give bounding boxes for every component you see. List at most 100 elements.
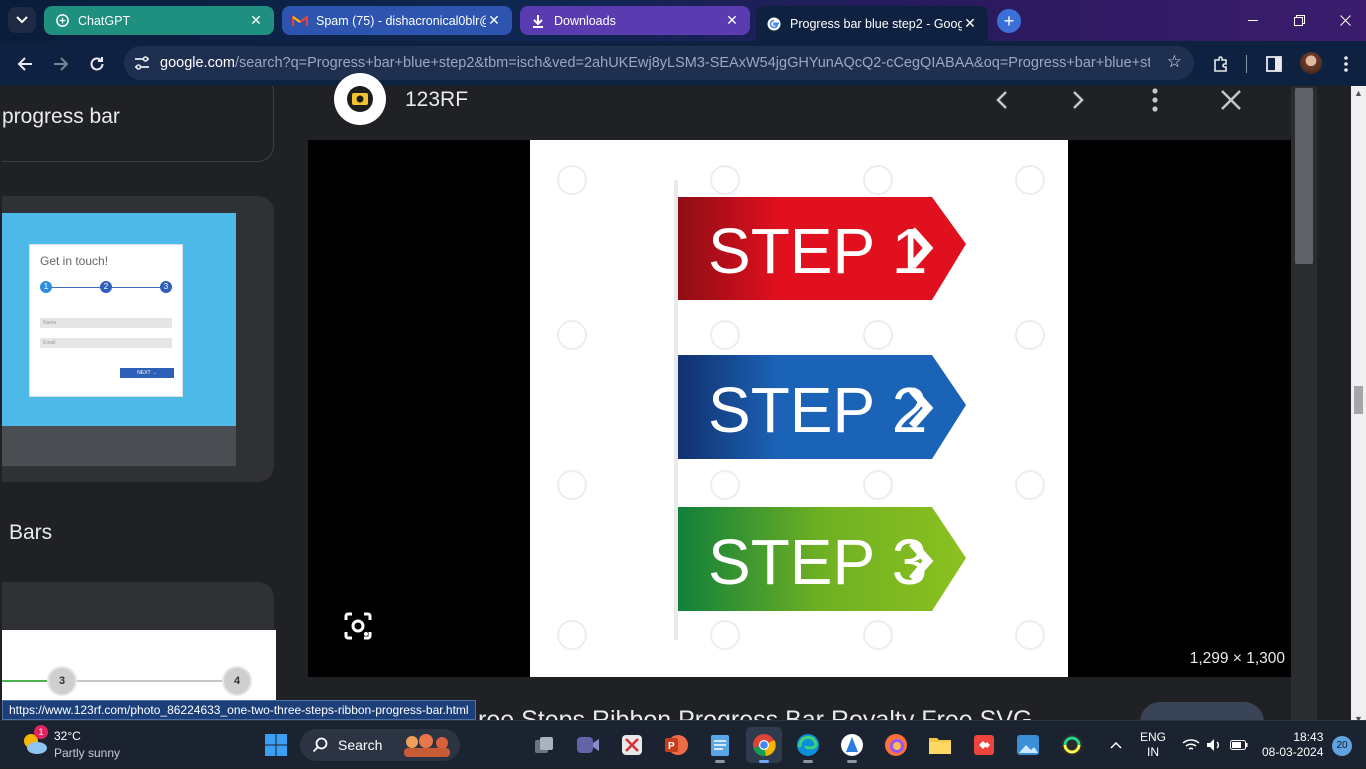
tab-strip: ChatGPT ✕ Spam (75) - dishacronical0blr@… <box>0 0 1366 41</box>
close-icon <box>1221 90 1241 110</box>
preview-image[interactable]: STEP 1 STEP 2 STEP 3 <box>530 140 1068 677</box>
app-icon <box>841 734 863 756</box>
battery-icon <box>1230 740 1248 750</box>
notification-badge[interactable]: 20 <box>1332 736 1352 756</box>
temperature: 32°C <box>54 729 81 743</box>
taskbar-photos[interactable] <box>1010 727 1046 763</box>
taskbar-pycharm[interactable] <box>1054 727 1090 763</box>
chatgpt-icon <box>54 13 70 29</box>
step-1-label: STEP 1 <box>708 215 927 287</box>
previous-image-button[interactable] <box>984 86 1020 114</box>
menu-button[interactable] <box>1332 50 1360 78</box>
start-button[interactable] <box>258 727 294 763</box>
taskbar-notepad[interactable] <box>702 727 738 763</box>
source-name[interactable]: 123RF <box>405 88 468 112</box>
tab-downloads[interactable]: Downloads ✕ <box>520 6 750 35</box>
thumbnail-background: Get in touch! 1 2 3 Name Email NEXT → <box>2 213 236 426</box>
next-image-button[interactable] <box>1060 86 1096 114</box>
weather-widget[interactable]: 1 32°C Partly sunny <box>20 725 120 760</box>
tab-gmail[interactable]: Spam (75) - dishacronical0blr@ ✕ <box>282 6 512 35</box>
search-icon <box>312 737 328 753</box>
close-tab-icon[interactable]: ✕ <box>486 12 502 29</box>
page-scrollbar[interactable]: ▲ ▼ <box>1351 86 1366 726</box>
side-panel-button[interactable] <box>1260 50 1288 78</box>
show-hidden-icons-button[interactable] <box>1110 721 1122 769</box>
tab-chatgpt[interactable]: ChatGPT ✕ <box>44 6 274 35</box>
steps-ribbon-image: STEP 1 STEP 2 STEP 3 <box>557 165 1045 650</box>
taskbar-search[interactable]: Search <box>300 729 460 761</box>
close-viewer-button[interactable] <box>1213 86 1249 114</box>
close-tab-icon[interactable]: ✕ <box>724 12 740 29</box>
close-tab-icon[interactable]: ✕ <box>962 15 978 32</box>
result-card[interactable]: Get in touch! 1 2 3 Name Email NEXT → <box>2 196 274 482</box>
chevron-left-icon <box>996 91 1007 109</box>
thumbnail-field: Name <box>40 318 172 328</box>
close-window-button[interactable] <box>1322 0 1366 41</box>
viewer-header: 123RF <box>308 73 1291 140</box>
tab-title: Spam (75) - dishacronical0blr@ <box>316 13 486 28</box>
thumbnail-heading: Get in touch! <box>40 254 109 268</box>
quick-settings[interactable] <box>1182 721 1248 769</box>
reload-button[interactable] <box>83 50 111 78</box>
taskbar-teams[interactable] <box>570 727 606 763</box>
thumbnail-step: 3 <box>47 666 77 696</box>
taskbar-chrome[interactable] <box>746 727 782 763</box>
task-view-button[interactable] <box>526 727 562 763</box>
url-path: /search?q=Progress+bar+blue+step2&tbm=is… <box>234 55 1150 71</box>
image-viewer-panel: 123RF STEP 1 STEP 2 STEP 3 1,299 × 1,300 <box>308 73 1291 742</box>
more-vert-icon <box>1152 88 1158 112</box>
taskbar-powerpoint[interactable]: P <box>658 727 694 763</box>
more-options-button[interactable] <box>1137 86 1173 114</box>
search-label: Search <box>338 737 383 753</box>
lens-search-button[interactable] <box>342 610 374 642</box>
puzzle-icon <box>1214 56 1227 72</box>
powerpoint-icon: P <box>665 735 688 755</box>
toolbar-divider <box>1246 55 1247 73</box>
taskbar-file-explorer[interactable] <box>922 727 958 763</box>
minimize-button[interactable] <box>1230 0 1276 41</box>
chevron-up-icon <box>1110 741 1122 749</box>
taskbar-firefox[interactable] <box>878 727 914 763</box>
result-card[interactable]: progress bar <box>2 86 274 162</box>
task-view-icon <box>535 737 553 753</box>
taskbar-snipping-tool[interactable] <box>614 727 650 763</box>
new-tab-button[interactable]: + <box>997 9 1021 33</box>
profile-avatar[interactable] <box>1300 52 1322 74</box>
scrollbar-thumb[interactable] <box>1354 386 1363 414</box>
scrollbar-thumb[interactable] <box>1295 88 1313 264</box>
browser-toolbar: google.com/search?q=Progress+bar+blue+st… <box>0 41 1366 86</box>
download-icon <box>530 13 546 29</box>
tab-search-button[interactable] <box>8 7 36 33</box>
taskbar-anydesk[interactable] <box>966 727 1002 763</box>
notepad-icon <box>711 735 729 756</box>
tab-google-images[interactable]: Progress bar blue step2 - Goog ✕ <box>756 6 988 41</box>
image-stage: STEP 1 STEP 2 STEP 3 1,299 × 1,300 <box>308 140 1291 677</box>
arrow-left-icon <box>17 57 32 71</box>
address-bar[interactable]: google.com/search?q=Progress+bar+blue+st… <box>124 46 1194 80</box>
forward-button[interactable] <box>47 50 75 78</box>
thumbnail-next-button: NEXT → <box>120 368 174 378</box>
source-logo[interactable] <box>334 73 386 125</box>
anydesk-icon <box>974 735 994 755</box>
extensions-button[interactable] <box>1207 50 1235 78</box>
taskbar: 1 32°C Partly sunny Search P ENG IN 18:4… <box>0 720 1366 768</box>
chrome-icon <box>753 734 776 757</box>
running-indicator <box>847 760 857 763</box>
language-indicator[interactable]: ENG IN <box>1140 721 1166 769</box>
viewer-scrollbar[interactable] <box>1291 86 1317 726</box>
weather-icon: 1 <box>20 725 50 759</box>
result-thumbnail[interactable]: Get in touch! 1 2 3 Name Email NEXT → <box>2 213 236 466</box>
bookmark-star-icon[interactable]: ☆ <box>1167 52 1182 72</box>
scroll-up-arrow-icon[interactable]: ▲ <box>1351 88 1366 98</box>
thumbnail-progress <box>2 680 52 682</box>
site-info-icon[interactable] <box>128 49 156 77</box>
close-tab-icon[interactable]: ✕ <box>248 12 264 29</box>
tab-title: Progress bar blue step2 - Goog <box>790 16 962 31</box>
minimize-icon <box>1248 19 1258 21</box>
back-button[interactable] <box>11 50 39 78</box>
weather-badge: 1 <box>34 725 48 739</box>
taskbar-app-store[interactable] <box>834 727 870 763</box>
clock[interactable]: 18:43 08-03-2024 <box>1262 721 1323 769</box>
taskbar-edge[interactable] <box>790 727 826 763</box>
restore-button[interactable] <box>1276 0 1322 41</box>
